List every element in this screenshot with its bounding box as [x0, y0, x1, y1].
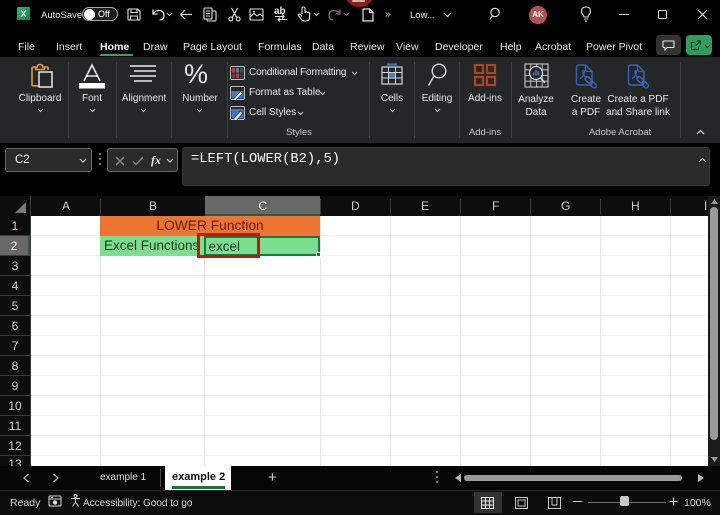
svg-text:X: X [20, 9, 26, 19]
